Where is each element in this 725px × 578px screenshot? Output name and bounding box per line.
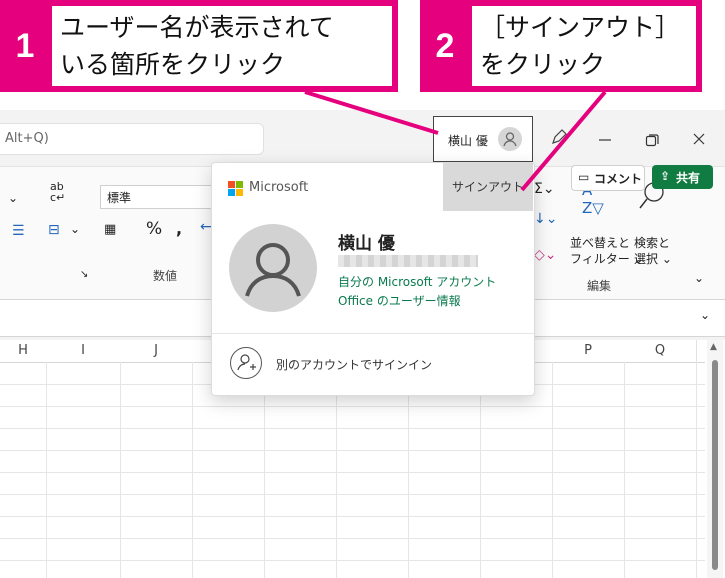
callout-2: 2 ［サインアウト］ をクリック — [420, 0, 702, 92]
callout-2-line-2: をクリック — [480, 50, 606, 79]
callout-1-line-2: いる箇所をクリック — [60, 50, 286, 79]
callout-line-1 — [304, 90, 439, 135]
callout-2-line-1: ［サインアウト］ — [480, 13, 681, 42]
callout-1-line-1: ユーザー名が表示されて — [60, 13, 334, 42]
callout-1-number: 1 — [15, 26, 35, 65]
callout-1: 1 ユーザー名が表示されて いる箇所をクリック — [0, 0, 398, 92]
callout-1-text: ユーザー名が表示されて いる箇所をクリック — [52, 6, 392, 86]
callout-line-2 — [520, 90, 607, 192]
callout-2-text: ［サインアウト］ をクリック — [472, 6, 696, 86]
callout-2-number: 2 — [435, 26, 455, 65]
